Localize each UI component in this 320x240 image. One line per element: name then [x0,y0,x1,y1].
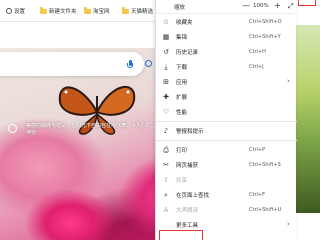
menu-item-shortcut: Ctrl+J [249,63,264,70]
page-search-input[interactable] [0,52,144,76]
menu-item-shortcut: Ctrl+Shift+U [249,206,282,213]
menu-item-label: 共享 [176,178,188,184]
menu-item-label: 应用 [176,80,188,86]
menu-item-shortcut: Ctrl+Shift+O [249,18,282,25]
collections-icon: ▦ [162,33,170,41]
menu-item-favorites[interactable]: ☆ 收藏夹 Ctrl+Shift+O [156,15,297,29]
more-tools-icon [162,221,170,229]
favorite-taobao[interactable]: 淘宝网 [84,6,110,16]
performance-icon: ♡ [162,108,170,116]
favorite-label: 新建文件夹 [49,9,77,15]
menu-separator [156,121,297,122]
menu-item-shortcut: Ctrl+Shift+Y [249,33,281,40]
favorites-bar: 设置 新建文件夹 淘宝网 天猫精选 [0,0,160,22]
expand-icon[interactable]: ⤢ [288,2,294,11]
favorite-settings[interactable]: 设置 [6,6,25,16]
favorite-label: 淘宝网 [93,9,110,15]
chevron-right-icon: › [287,77,290,85]
menu-item-label: 网页捕获 [176,163,199,169]
menu-item-share: ⇧ 共享 [156,173,297,187]
menu-item-read-aloud: A 大声朗读 Ctrl+Shift+U [156,203,297,217]
menu-item-settings-highlight[interactable] [159,230,203,240]
menu-separator [156,140,297,141]
zoom-level: 100% [253,3,269,9]
zoom-label: 缩放 [174,5,186,11]
menu-item-print[interactable]: ⎙ 打印 Ctrl+P [156,143,297,157]
browser-settings-menu: 缩放 — 100% + ⤢ ☆ 收藏夹 Ctrl+Shift+O ▦ 集锦 Ct… [155,0,297,240]
print-icon: ⎙ [163,146,169,154]
menu-item-label: 扩展 [176,95,188,101]
favorite-tmall[interactable]: 天猫精选 [122,6,153,16]
share-icon: ⇧ [163,176,169,184]
star-icon: ☆ [162,18,170,26]
chevron-right-icon: › [287,220,290,228]
menu-item-shortcut: Ctrl+Shift+S [249,161,281,168]
zoom-row: 缩放 — 100% + ⤢ [156,0,297,14]
menu-item-label: 在页面上查找 [176,193,210,199]
menu-item-history[interactable]: ↺ 历史记录 Ctrl+H [156,45,297,59]
microphone-icon[interactable] [127,60,133,69]
folder-icon [122,7,129,14]
favorite-label: 设置 [14,9,26,15]
favorite-new-folder[interactable]: 新建文件夹 [40,6,77,16]
folder-icon [40,7,47,14]
gear-icon [6,8,12,14]
folder-icon [84,7,91,14]
apps-icon: ⊞ [163,78,169,86]
info-icon[interactable] [8,124,17,133]
side-image [296,25,320,213]
menu-item-label: 下载 [176,65,188,71]
menu-item-extensions[interactable]: ✚ 扩展 [156,90,297,104]
history-icon: ↺ [163,48,169,56]
menu-item-label: 性能 [176,110,188,116]
menu-item-collections[interactable]: ▦ 集锦 Ctrl+Shift+Y [156,30,297,44]
menu-item-shortcut: Ctrl+P [249,146,266,153]
menu-item-label: 集锦 [176,35,188,41]
menu-item-alerts[interactable]: ♪ 警报和提示 [156,124,297,138]
menu-item-apps[interactable]: ⊞ 应用 › [156,75,297,89]
menu-item-find[interactable]: ⌕ 在页面上查找 Ctrl+F [156,188,297,202]
browser-page: 设置 新建文件夹 淘宝网 天猫精选 美丽的蝴蝶与花朵，在阳光下自由自在地飞舞，令… [0,0,320,240]
menu-item-label: 收藏夹 [176,20,193,26]
image-caption: 美丽的蝴蝶与花朵，在阳光下自由自在地飞舞，令人心旷神怡 [26,123,152,136]
favorite-label: 天猫精选 [131,9,154,15]
find-icon: ⌕ [164,191,168,199]
capture-icon: ✂ [163,161,169,169]
search-icon[interactable] [145,60,152,67]
menu-item-label: 历史记录 [176,50,199,56]
menu-item-shortcut: Ctrl+H [249,48,266,55]
extensions-icon: ✚ [163,93,169,101]
menu-item-label: 更多工具 [176,223,199,229]
menu-item-label: 大声朗读 [176,208,199,214]
bell-icon: ♪ [163,127,169,135]
menu-item-performance[interactable]: ♡ 性能 [156,105,297,119]
download-icon: ⤓ [164,63,168,71]
menu-item-web-capture[interactable]: ✂ 网页捕获 Ctrl+Shift+S [156,158,297,172]
menu-button-highlight[interactable] [298,0,316,6]
menu-item-label: 打印 [176,148,188,154]
menu-item-downloads[interactable]: ⤓ 下载 Ctrl+J [156,60,297,74]
zoom-in-button[interactable]: + [274,1,281,10]
zoom-out-button[interactable]: — [242,1,250,10]
menu-item-label: 警报和提示 [176,129,204,135]
menu-item-shortcut: Ctrl+F [249,191,265,198]
browser-right-edge [296,0,320,240]
read-aloud-icon: A [163,206,169,214]
